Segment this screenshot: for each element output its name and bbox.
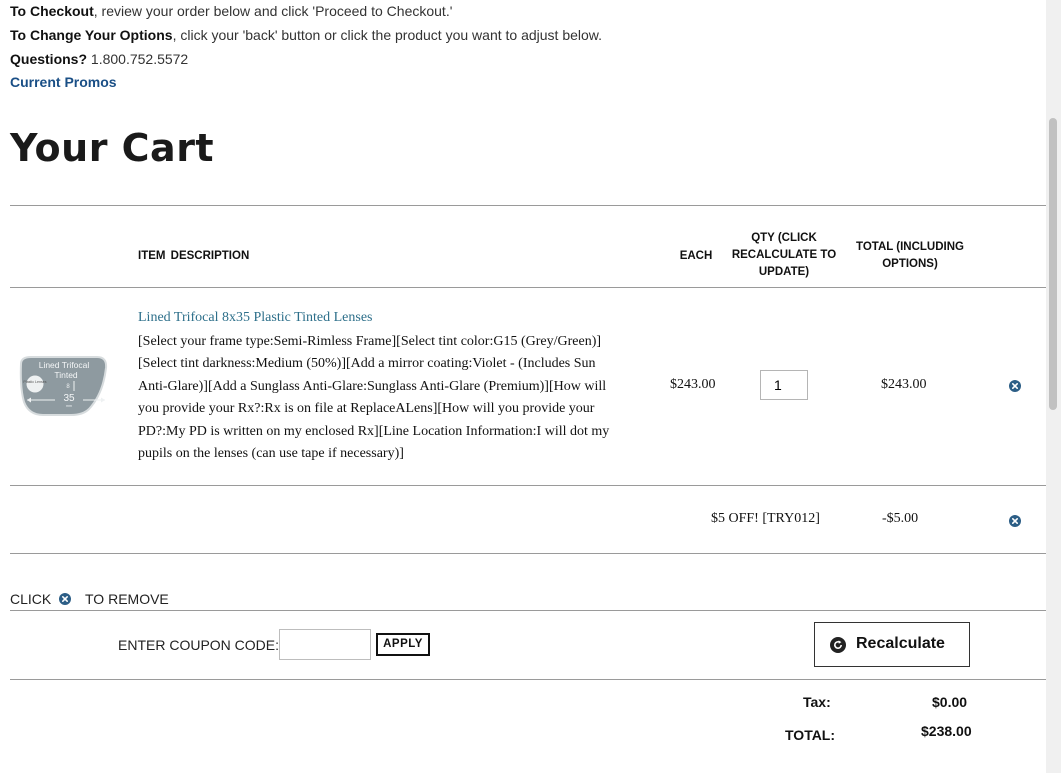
header-qty-line: UPDATE) — [758, 266, 810, 278]
header-total: TOTAL (INCLUDING OPTIONS) — [848, 239, 972, 273]
product-option-line: [Select tint darkness:Medium (50%)][Add … — [138, 356, 596, 372]
discount-amount: -$5.00 — [882, 511, 919, 526]
header-each: EACH — [679, 250, 713, 262]
header-qty-line: RECALCULATE TO — [731, 249, 837, 261]
tax-value: $0.00 — [932, 694, 968, 710]
close-circle-icon[interactable] — [1009, 380, 1021, 392]
lens-image: Lined Trifocal Tinted Plastic Lenses 8 3… — [19, 356, 108, 416]
refresh-circle-icon — [830, 637, 846, 653]
scrollbar-thumb[interactable] — [1049, 118, 1057, 410]
recalculate-button[interactable]: Recalculate — [814, 622, 970, 667]
click-label: CLICK — [10, 591, 52, 607]
product-options: [Select your frame type:Semi-Rimless Fra… — [138, 331, 646, 465]
lens-image-text: Lined Trifocal — [39, 360, 90, 370]
divider — [10, 205, 1046, 206]
page-title: Your Cart — [10, 126, 215, 170]
item-total-price: $243.00 — [881, 377, 927, 392]
options-instruction: To Change Your Options, click your 'back… — [10, 27, 603, 43]
divider — [10, 610, 1046, 611]
lens-image-text: mm — [66, 404, 72, 408]
questions-phone: Questions? 1.800.752.5572 — [10, 51, 189, 67]
header-total-line: OPTIONS) — [882, 258, 938, 270]
cart-page: To Checkout, review your order below and… — [0, 0, 1046, 773]
product-thumbnail[interactable]: Lined Trifocal Tinted Plastic Lenses 8 3… — [17, 354, 109, 418]
discount-label: $5 OFF! [TRY012] — [711, 511, 820, 526]
checkout-instruction: To Checkout, review your order below and… — [10, 3, 453, 19]
header-qty: QTY (CLICK RECALCULATE TO UPDATE) — [726, 230, 842, 281]
close-circle-icon[interactable] — [1009, 515, 1021, 527]
product-option-line: Anti-Glare)][Add a Sunglass Anti-Glare:S… — [138, 378, 607, 394]
item-each-price: $243.00 — [670, 377, 716, 392]
header-total-line: TOTAL (INCLUDING — [856, 241, 964, 253]
coupon-code-input[interactable] — [279, 629, 371, 660]
header-item-description: ITEM DESCRIPTION — [138, 250, 250, 262]
apply-coupon-button[interactable]: APPLY — [376, 633, 430, 656]
coupon-label: ENTER COUPON CODE: — [118, 637, 280, 653]
product-option-line: [Select your frame type:Semi-Rimless Fra… — [138, 334, 602, 349]
lens-image-text: Tinted — [54, 370, 78, 380]
current-promos-link[interactable]: Current Promos — [10, 74, 117, 90]
lens-image-text: 35 — [63, 393, 75, 404]
product-option-line: pupils on the lenses (can use tape if ne… — [138, 446, 404, 462]
to-remove-label: TO REMOVE — [85, 591, 169, 607]
divider — [10, 287, 1046, 288]
divider — [10, 679, 1046, 680]
lens-badge-text: Plastic Lenses — [23, 380, 46, 384]
tax-label: Tax: — [803, 694, 831, 710]
divider — [10, 553, 1046, 554]
vertical-scrollbar[interactable] — [1046, 0, 1061, 773]
recalculate-label: Recalculate — [856, 635, 945, 652]
header-qty-line: QTY (CLICK — [751, 232, 817, 244]
divider — [10, 485, 1046, 486]
close-circle-icon — [59, 593, 71, 605]
total-label: TOTAL: — [785, 727, 836, 743]
quantity-input[interactable] — [760, 370, 808, 400]
total-value: $238.00 — [921, 723, 972, 739]
product-option-line: you provide your Rx?:Rx is on file at Re… — [138, 401, 595, 417]
product-option-line: PD?:My PD is written on my enclosed Rx][… — [138, 423, 610, 439]
product-name-link[interactable]: Lined Trifocal 8x35 Plastic Tinted Lense… — [138, 310, 373, 326]
